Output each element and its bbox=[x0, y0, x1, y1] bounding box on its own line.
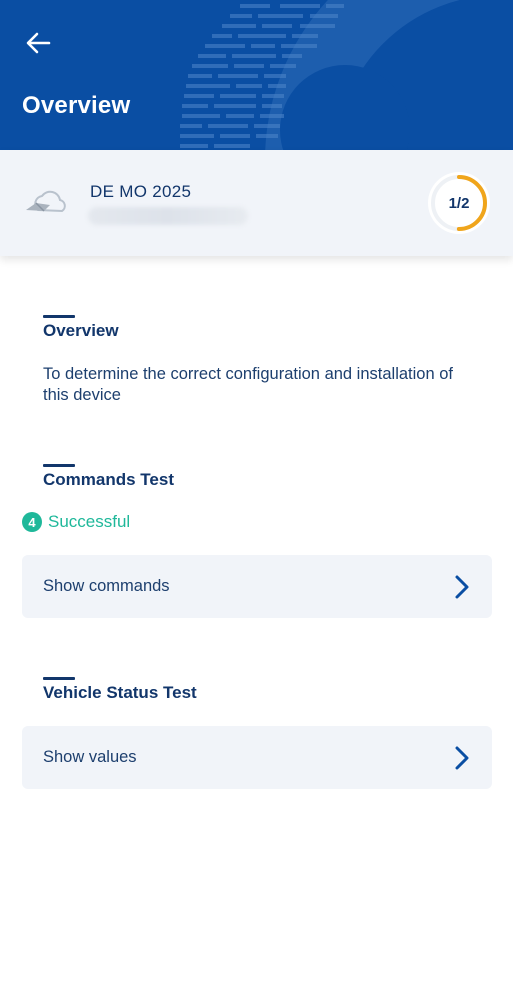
status-text: Successful bbox=[48, 512, 131, 531]
device-subtitle-redacted bbox=[88, 207, 248, 225]
show-commands-button[interactable]: Show commands bbox=[22, 555, 492, 618]
page-title: Overview bbox=[22, 92, 131, 119]
commands-section-title: Commands Test bbox=[43, 464, 174, 489]
overview-description: To determine the correct configuration a… bbox=[43, 365, 453, 404]
device-name: DE MO 2025 bbox=[90, 182, 192, 201]
show-values-label: Show values bbox=[43, 748, 137, 766]
status-count-badge: 4 bbox=[22, 512, 42, 532]
chevron-right-icon bbox=[455, 746, 469, 770]
app-header: Overview bbox=[0, 0, 513, 150]
commands-status: 4 Successful bbox=[22, 512, 130, 532]
device-summary: DE MO 2025 1/2 bbox=[0, 150, 513, 256]
chevron-right-icon bbox=[455, 575, 469, 599]
progress-indicator: 1/2 bbox=[428, 172, 490, 234]
header-decoration bbox=[180, 0, 460, 150]
back-button[interactable] bbox=[22, 28, 54, 58]
vehicle-cloud-icon bbox=[26, 190, 66, 213]
arrow-left-icon bbox=[26, 32, 51, 54]
progress-label: 1/2 bbox=[448, 194, 470, 212]
show-commands-label: Show commands bbox=[43, 577, 170, 595]
overview-section-title: Overview bbox=[43, 315, 119, 340]
vehicle-status-section-title: Vehicle Status Test bbox=[43, 677, 197, 702]
show-values-button[interactable]: Show values bbox=[22, 726, 492, 789]
